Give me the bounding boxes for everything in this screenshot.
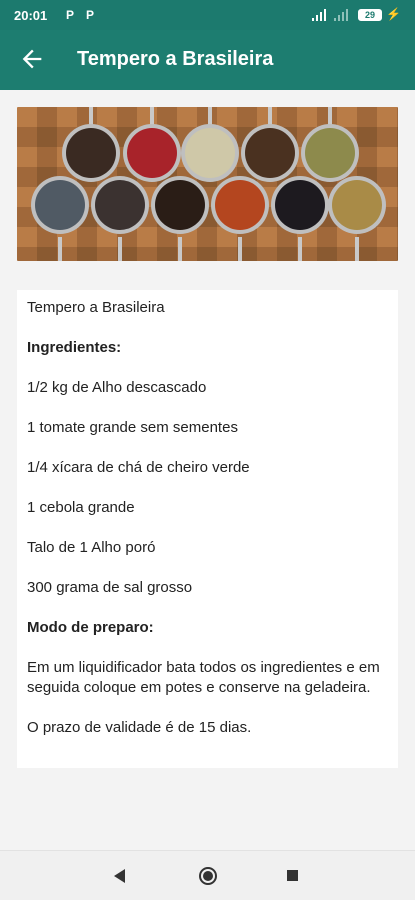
system-nav-bar (0, 850, 415, 900)
signal-icon-secondary (334, 9, 348, 21)
validity-text: O prazo de validade é de 15 dias. (27, 719, 252, 736)
ingredient-item: 1/4 xícara de chá de cheiro verde (27, 459, 250, 476)
recipe-title: Tempero a Brasileira (27, 299, 165, 316)
ingredient-item: 1 cebola grande (27, 499, 135, 516)
charging-icon: ⚡ (386, 7, 401, 21)
page-title: Tempero a Brasileira (77, 48, 274, 70)
recipe-card: Tempero a Brasileira Ingredientes: 1/2 k… (17, 290, 398, 768)
status-bar: 20:01 P P 29 ⚡ (0, 0, 415, 30)
battery-icon: 29 (358, 9, 382, 21)
nav-recents-icon[interactable] (287, 870, 298, 881)
ingredient-item: 1/2 kg de Alho descascado (27, 379, 207, 396)
ingredient-item: Talo de 1 Alho poró (27, 539, 156, 556)
method-heading: Modo de preparo: (27, 619, 154, 636)
app-bar: Tempero a Brasileira (0, 30, 415, 90)
status-time: 20:01 (14, 8, 48, 23)
notification-p-icon: P (66, 8, 75, 22)
method-text: Em um liquidificador bata todos os ingre… (27, 659, 380, 696)
ingredients-heading: Ingredientes: (27, 339, 122, 356)
nav-home-icon[interactable] (198, 866, 218, 886)
notification-p-icon: P (86, 8, 95, 22)
ingredient-item: 300 grama de sal grosso (27, 579, 193, 596)
signal-icon (312, 9, 326, 21)
spices-photo (17, 107, 398, 261)
ingredient-item: 1 tomate grande sem sementes (27, 419, 238, 436)
back-arrow-icon[interactable] (18, 45, 46, 73)
nav-back-icon[interactable] (113, 868, 127, 884)
